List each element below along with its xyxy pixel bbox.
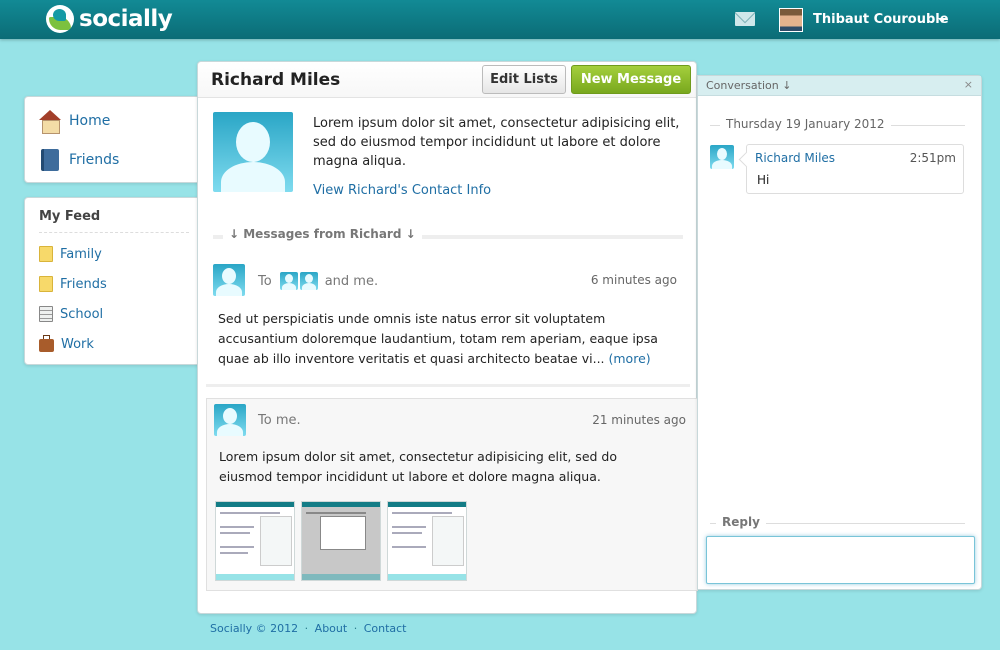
more-link[interactable]: (more) [609, 351, 651, 366]
feed-title: My Feed [39, 209, 101, 224]
message-time: 6 minutes ago [590, 273, 677, 287]
profile-header: Richard Miles Edit Lists New Message [198, 62, 696, 98]
home-icon [39, 110, 61, 134]
recipients-prefix: To [258, 273, 272, 289]
edit-lists-button[interactable]: Edit Lists [482, 65, 566, 94]
chat-text: Hi [757, 173, 770, 187]
message-item: To me. 21 minutes ago Lorem ipsum dolor … [206, 398, 698, 591]
footer: Socially © 2012 · About · Contact [210, 622, 407, 635]
recipient-avatar[interactable] [299, 272, 318, 290]
recipient-avatar[interactable] [279, 272, 298, 290]
sidebar-item-label: Friends [69, 152, 120, 168]
sidebar-item-friends[interactable]: Friends [39, 149, 119, 171]
folder-icon [39, 276, 53, 292]
feed-item-family[interactable]: Family [39, 246, 102, 262]
message-item: To and me. 6 minutes ago Sed ut perspici… [198, 250, 696, 385]
chat-sender-name[interactable]: Richard Miles [755, 151, 835, 165]
profile-panel: Richard Miles Edit Lists New Message Lor… [197, 61, 698, 614]
feed-item-school[interactable]: School [39, 306, 103, 322]
footer-contact-link[interactable]: Contact [364, 622, 407, 635]
user-name[interactable]: Thibaut Courouble [813, 12, 949, 27]
user-avatar[interactable] [779, 8, 803, 32]
reply-divider: Reply [710, 515, 965, 530]
recipients-suffix: and me. [324, 273, 379, 289]
feed-item-label: School [60, 306, 104, 322]
message-body: Sed ut perspiciatis unde omnis iste natu… [218, 309, 658, 369]
sidebar-item-label: Home [69, 113, 111, 129]
sender-avatar[interactable] [214, 404, 246, 436]
attachment-thumbnail[interactable] [215, 501, 295, 581]
conversation-panel: Conversation ↓ × Thursday 19 January 201… [697, 75, 982, 590]
feed-item-label: Work [61, 336, 94, 352]
profile-avatar [213, 112, 293, 192]
briefcase-icon [39, 335, 54, 352]
feed-item-work[interactable]: Work [39, 335, 94, 352]
footer-about-link[interactable]: About [315, 622, 348, 635]
conversation-date: Thursday 19 January 2012 [720, 117, 891, 131]
feed-item-friends[interactable]: Friends [39, 276, 107, 292]
chat-time: 2:51pm [909, 151, 956, 165]
messages-section-header: ↓ Messages from Richard ↓ [213, 227, 683, 243]
notebook-icon [39, 306, 53, 322]
sidebar-item-home[interactable]: Home [39, 110, 111, 134]
feed-panel: My Feed Family Friends School Work [24, 197, 204, 365]
conversation-header: Conversation ↓ × [698, 76, 981, 96]
logo-icon [46, 5, 74, 33]
folder-icon [39, 246, 53, 262]
sidebar-nav: Home Friends [24, 96, 204, 183]
sender-avatar[interactable] [213, 264, 245, 296]
attachment-thumbnail[interactable] [387, 501, 467, 581]
footer-copyright: Socially © 2012 [210, 622, 299, 635]
message-text: Sed ut perspiciatis unde omnis iste natu… [218, 311, 658, 366]
feed-item-label: Friends [60, 276, 107, 292]
top-bar: socially Thibaut Courouble [0, 0, 1000, 39]
logo[interactable]: socially [46, 5, 173, 33]
address-book-icon [41, 149, 59, 171]
divider [39, 232, 189, 233]
contact-info-link[interactable]: View Richard's Contact Info [313, 183, 491, 198]
page-title: Richard Miles [211, 70, 341, 90]
feed-item-label: Family [60, 246, 102, 262]
message-time: 21 minutes ago [592, 413, 686, 427]
close-icon[interactable]: × [964, 78, 973, 91]
message-body: Lorem ipsum dolor sit amet, consectetur … [219, 449, 617, 484]
chevron-down-icon[interactable] [938, 18, 946, 23]
divider [206, 384, 690, 387]
chat-message: Richard Miles 2:51pm Hi [746, 144, 964, 194]
section-title: ↓ Messages from Richard ↓ [223, 227, 422, 241]
footer-separator: · [353, 622, 358, 635]
new-message-button[interactable]: New Message [571, 65, 691, 94]
chat-sender-avatar[interactable] [710, 145, 734, 169]
logo-text: socially [79, 6, 173, 32]
reply-label: Reply [716, 515, 766, 529]
mail-icon[interactable] [735, 12, 755, 26]
conversation-title[interactable]: Conversation ↓ [706, 79, 791, 92]
footer-separator: · [304, 622, 309, 635]
reply-input[interactable] [706, 536, 975, 584]
message-recipients: To and me. [258, 272, 378, 290]
profile-bio: Lorem ipsum dolor sit amet, consectetur … [313, 116, 680, 169]
date-divider: Thursday 19 January 2012 [710, 117, 965, 132]
attachment-thumbnail[interactable] [301, 501, 381, 581]
message-recipients: To me. [258, 413, 301, 428]
attachment-thumbnails [215, 501, 467, 581]
